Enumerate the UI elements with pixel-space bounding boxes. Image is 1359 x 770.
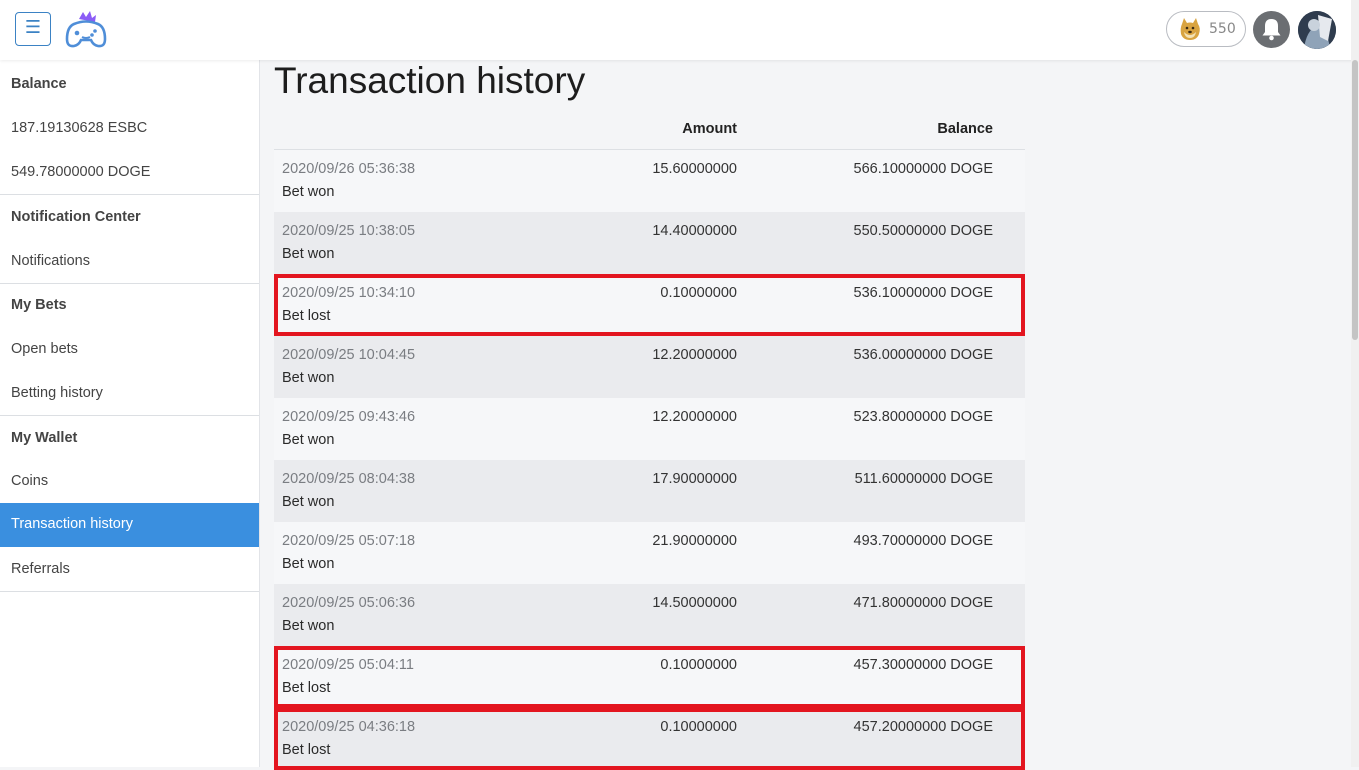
table-row: 2020/09/25 05:04:11 Bet lost 0.10000000 457… (274, 646, 1025, 708)
row-balance: 493.70000000 DOGE (853, 533, 993, 549)
row-amount: 0.10000000 (660, 719, 737, 735)
row-amount: 15.60000000 (652, 161, 737, 177)
row-balance: 471.80000000 DOGE (853, 595, 993, 611)
menu-button[interactable]: ☰ (15, 12, 51, 46)
user-avatar-icon (1298, 11, 1336, 49)
top-bar: ☰ 550 (0, 0, 1359, 60)
row-date: 2020/09/25 05:06:36 (282, 595, 416, 611)
table-body: 2020/09/26 05:36:38 Bet won 15.60000000 566… (274, 150, 1025, 770)
table-row: 2020/09/25 10:04:45 Bet won 12.20000000 536… (274, 336, 1025, 398)
notifications-button[interactable] (1253, 11, 1290, 48)
column-header-amount: Amount (682, 121, 737, 137)
sidebar-item-notifications[interactable]: Notifications (0, 253, 259, 269)
bell-icon (1262, 19, 1281, 41)
row-balance: 550.50000000 DOGE (853, 223, 993, 239)
sidebar-item-coins[interactable]: Coins (0, 473, 259, 489)
row-date: 2020/09/25 05:04:11 (282, 657, 414, 673)
table-row: 2020/09/25 09:43:46 Bet won 12.20000000 523… (274, 398, 1025, 460)
sidebar-balance-doge: 549.78000000 DOGE (11, 164, 151, 180)
table-row: 2020/09/25 04:36:18 Bet lost 0.10000000 457… (274, 708, 1025, 770)
row-amount: 0.10000000 (660, 657, 737, 673)
row-description: Bet lost (282, 308, 331, 324)
row-date: 2020/09/25 04:36:18 (282, 719, 416, 735)
sidebar-balance-esbc: 187.19130628 ESBC (11, 120, 148, 136)
row-description: Bet won (282, 494, 335, 510)
row-balance: 536.00000000 DOGE (853, 347, 993, 363)
row-balance: 511.60000000 DOGE (854, 471, 993, 487)
row-amount: 14.50000000 (652, 595, 737, 611)
table-row: 2020/09/25 08:04:38 Bet won 17.90000000 511… (274, 460, 1025, 522)
row-amount: 0.10000000 (660, 285, 737, 301)
sidebar-heading-my-bets: My Bets (11, 297, 67, 313)
coin-count: 550 (1209, 21, 1236, 37)
row-date: 2020/09/26 05:36:38 (282, 161, 416, 177)
row-date: 2020/09/25 09:43:46 (282, 409, 416, 425)
sidebar-item-betting-history[interactable]: Betting history (0, 385, 259, 401)
row-description: Bet won (282, 370, 335, 386)
sidebar-divider (0, 415, 259, 416)
row-balance: 457.30000000 DOGE (853, 657, 993, 673)
table-row: 2020/09/25 05:07:18 Bet won 21.90000000 493… (274, 522, 1025, 584)
row-date: 2020/09/25 10:38:05 (282, 223, 416, 239)
row-description: Bet won (282, 618, 335, 634)
sidebar-divider (0, 283, 259, 284)
page-title: Transaction history (274, 60, 586, 101)
table-header: Amount Balance (274, 112, 1025, 150)
sidebar-heading-notification-center: Notification Center (11, 209, 141, 225)
row-amount: 12.20000000 (652, 347, 737, 363)
row-date: 2020/09/25 05:07:18 (282, 533, 416, 549)
row-amount: 14.40000000 (652, 223, 737, 239)
gamepad-logo-icon[interactable] (65, 11, 107, 49)
row-date: 2020/09/25 10:34:10 (282, 285, 416, 301)
transaction-table: Amount Balance 2020/09/26 05:36:38 Bet wo… (274, 112, 1025, 770)
row-amount: 12.20000000 (652, 409, 737, 425)
doge-coin-icon (1180, 18, 1200, 40)
table-row: 2020/09/25 10:38:05 Bet won 14.40000000 550… (274, 212, 1025, 274)
user-avatar[interactable] (1298, 11, 1336, 49)
row-description: Bet won (282, 184, 335, 200)
page-scrollbar[interactable] (1351, 0, 1359, 767)
row-description: Bet won (282, 246, 335, 262)
row-description: Bet lost (282, 680, 331, 696)
row-amount: 21.90000000 (652, 533, 737, 549)
row-balance: 536.10000000 DOGE (853, 285, 993, 301)
sidebar-item-referrals[interactable]: Referrals (0, 561, 259, 577)
row-date: 2020/09/25 10:04:45 (282, 347, 416, 363)
sidebar-divider (0, 591, 259, 592)
row-balance: 457.20000000 DOGE (853, 719, 993, 735)
coin-balance-pill[interactable]: 550 (1166, 11, 1246, 47)
row-balance: 566.10000000 DOGE (853, 161, 993, 177)
row-date: 2020/09/25 08:04:38 (282, 471, 416, 487)
hamburger-icon: ☰ (24, 17, 42, 38)
scrollbar-thumb[interactable] (1352, 60, 1358, 340)
table-row: 2020/09/25 05:06:36 Bet won 14.50000000 471… (274, 584, 1025, 646)
row-amount: 17.90000000 (652, 471, 737, 487)
row-balance: 523.80000000 DOGE (853, 409, 993, 425)
sidebar-item-open-bets[interactable]: Open bets (0, 341, 259, 357)
row-description: Bet lost (282, 742, 331, 758)
row-description: Bet won (282, 556, 335, 572)
sidebar-heading-balance: Balance (11, 76, 67, 92)
sidebar: Balance 187.19130628 ESBC 549.78000000 D… (0, 60, 260, 767)
sidebar-item-transaction-history[interactable]: Transaction history (0, 503, 259, 547)
sidebar-heading-my-wallet: My Wallet (11, 430, 78, 446)
table-row: 2020/09/26 05:36:38 Bet won 15.60000000 566… (274, 150, 1025, 212)
table-row: 2020/09/25 10:34:10 Bet lost 0.10000000 536… (274, 274, 1025, 336)
sidebar-divider (0, 194, 259, 195)
row-description: Bet won (282, 432, 335, 448)
column-header-balance: Balance (937, 121, 993, 137)
